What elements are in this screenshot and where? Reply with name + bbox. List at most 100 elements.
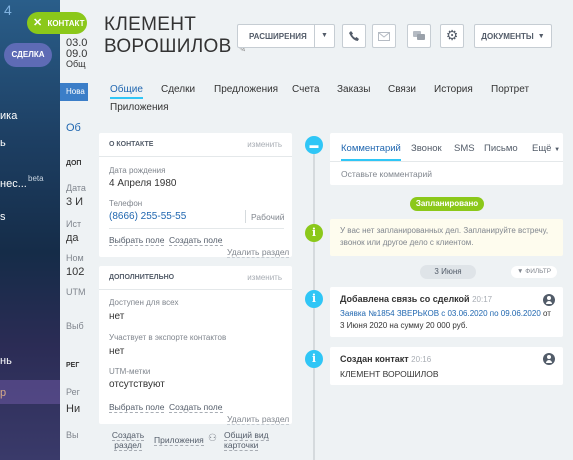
about-edit-link[interactable]: изменить	[247, 140, 282, 149]
create-section-label: Создать раздел	[111, 430, 145, 451]
activity-tabs: Комментарий Звонок SMS Письмо Ещё ▼	[330, 133, 563, 162]
utm-label: UTM-метки	[109, 367, 151, 376]
delete-section-link[interactable]: Удалить раздел	[227, 247, 290, 258]
tab-deals[interactable]: Сделки	[161, 84, 195, 95]
export-label: Участвует в экспорте контактов	[109, 333, 227, 342]
tab-history[interactable]: История	[434, 84, 473, 95]
chat-button[interactable]	[407, 24, 431, 48]
tab-general[interactable]: Общие	[110, 84, 143, 99]
additional-card-header: ДОПОЛНИТЕЛЬНО изменить	[99, 266, 292, 290]
gear-icon: ⚙	[445, 28, 459, 44]
back-text: 3 И	[66, 196, 84, 208]
comment-input[interactable]: Оставьте комментарий	[341, 169, 432, 179]
phone-label: Телефон	[109, 199, 143, 208]
additional-title: ДОПОЛНИТЕЛЬНО	[109, 274, 175, 281]
tab-portrait[interactable]: Портрет	[491, 84, 529, 95]
title-line2: ВОРОШИЛОВ	[104, 36, 232, 57]
chevron-down-icon[interactable]: ▼	[314, 25, 334, 47]
title-line1: КЛЕМЕНТ	[104, 14, 197, 35]
tab-more[interactable]: Ещё ▼	[532, 143, 560, 154]
back-text: Выб	[66, 321, 84, 331]
tab-comment[interactable]: Комментарий	[341, 143, 401, 154]
sidebar-text: 4	[4, 2, 12, 18]
phone-value[interactable]: (8666) 255-55-55	[109, 211, 186, 222]
additional-edit-link[interactable]: изменить	[247, 273, 282, 282]
applications-link[interactable]: Приложения	[154, 435, 204, 446]
documents-label: ДОКУМЕНТЫ	[481, 31, 534, 41]
info-icon: i	[305, 290, 323, 308]
deal-link[interactable]: Заявка №1854 ЗВЕРЬКОВ с 03.06.2020 по 09…	[340, 309, 541, 318]
back-text: ДОП	[66, 160, 82, 167]
sidebar-text[interactable]: нес...	[0, 178, 27, 190]
event-body: КЛЕМЕНТ ВОРОШИЛОВ	[340, 369, 439, 379]
birthday-label: Дата рождения	[109, 166, 166, 175]
divider	[109, 228, 284, 229]
phone-type: Рабочий	[251, 212, 285, 222]
utm-value: отсутствуют	[109, 379, 165, 390]
common-view-link[interactable]: ⚇ Общий вид карточки	[208, 430, 286, 451]
about-card-header: О КОНТАКТЕ изменить	[99, 133, 292, 157]
back-text: Ном	[66, 253, 84, 263]
user-avatar-icon[interactable]	[543, 294, 555, 306]
create-field-link[interactable]: Создать поле	[169, 402, 223, 413]
chevron-down-icon: ▼	[537, 32, 545, 40]
envelope-icon	[378, 31, 390, 41]
back-text: Ист	[66, 219, 82, 229]
sidebar-text: ь	[0, 137, 6, 149]
contact-tab-pill[interactable]: ✕ КОНТАКТ	[27, 12, 87, 34]
back-text: Дата	[66, 183, 86, 193]
extensions-button[interactable]: РАСШИРЕНИЯ ▼	[237, 24, 335, 48]
event-title: Добавлена связь со сделкой 20:17	[340, 294, 492, 304]
tab-sms[interactable]: SMS	[454, 143, 475, 154]
beta-badge: beta	[28, 174, 44, 183]
tab-invoices[interactable]: Счета	[292, 84, 320, 95]
about-card: О КОНТАКТЕ изменить Дата рождения 4 Апре…	[99, 133, 292, 258]
tab-underline	[341, 159, 401, 161]
user-avatar-icon[interactable]	[543, 353, 555, 365]
tab-relations[interactable]: Связи	[388, 84, 416, 95]
tab-email[interactable]: Письмо	[484, 143, 518, 154]
back-text: Общ	[66, 59, 86, 69]
create-section-link[interactable]: Создать раздел	[108, 430, 148, 451]
back-text: 102	[66, 266, 85, 278]
documents-button[interactable]: ДОКУМЕНТЫ ▼	[474, 24, 552, 48]
planned-badge: Запланировано	[410, 197, 484, 211]
common-view-label: Общий вид карточки	[224, 430, 269, 451]
sidebar-text: нь	[0, 355, 12, 367]
back-text: Рег	[66, 387, 80, 397]
back-text: Ни	[66, 403, 81, 415]
event-panel: Добавлена связь со сделкой 20:17 Заявка …	[330, 287, 563, 337]
date-badge: 3 Июня	[420, 265, 476, 279]
phone-divider	[245, 210, 246, 223]
close-icon[interactable]: ✕	[33, 17, 42, 29]
filter-label: ФИЛЬТР	[525, 268, 552, 275]
event-body: Заявка №1854 ЗВЕРЬКОВ с 03.06.2020 по 09…	[340, 308, 555, 332]
export-value: нет	[109, 346, 125, 357]
tab-quotes[interactable]: Предложения	[214, 84, 278, 95]
create-field-link[interactable]: Создать поле	[169, 235, 223, 246]
back-text: Нова	[66, 87, 85, 96]
delete-section-link[interactable]: Удалить раздел	[227, 414, 290, 425]
tab-more-label: Ещё	[532, 143, 552, 154]
additional-card: ДОПОЛНИТЕЛЬНО изменить Доступен для всех…	[99, 266, 292, 425]
phone-button[interactable]	[342, 24, 366, 48]
deal-tab-pill[interactable]: СДЕЛКА	[4, 43, 52, 67]
event-time: 20:16	[411, 355, 432, 364]
event-time: 20:17	[472, 295, 493, 304]
chat-icon	[413, 30, 425, 40]
phone-icon	[349, 31, 359, 41]
email-button[interactable]	[372, 24, 396, 48]
tab-orders[interactable]: Заказы	[337, 84, 370, 95]
tab-call[interactable]: Звонок	[411, 143, 442, 154]
event-title-text: Добавлена связь со сделкой	[340, 294, 470, 304]
tab-applications[interactable]: Приложения	[110, 102, 169, 113]
choose-field-link[interactable]: Выбрать поле	[109, 235, 165, 246]
filter-icon: ▼	[517, 268, 524, 275]
comment-icon: ▬	[305, 136, 323, 154]
event-title: Создан контакт 20:16	[340, 354, 431, 364]
choose-field-link[interactable]: Выбрать поле	[109, 402, 165, 413]
filter-button[interactable]: ▼ ФИЛЬТР	[511, 266, 558, 278]
event-title-text: Создан контакт	[340, 354, 409, 364]
settings-button[interactable]: ⚙	[440, 24, 464, 48]
birthday-value: 4 Апреля 1980	[109, 178, 177, 189]
